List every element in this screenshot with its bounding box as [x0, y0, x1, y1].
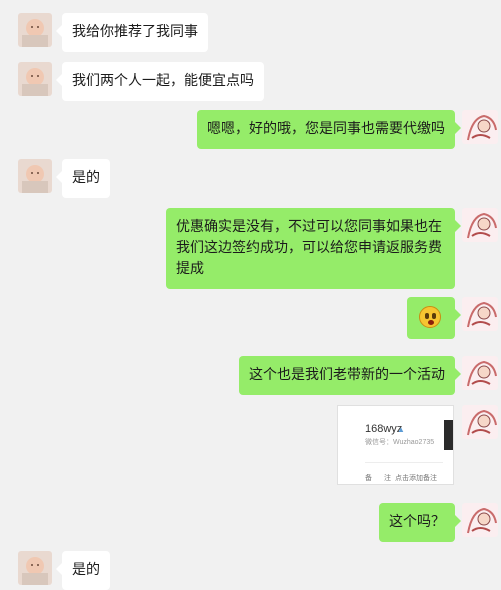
contact-avatar[interactable] — [18, 159, 52, 193]
my-avatar[interactable] — [462, 297, 498, 331]
message-text: 这个也是我们老带新的一个活动 — [249, 367, 445, 383]
person-icon: ▲ — [397, 425, 405, 434]
message-bubble-incoming[interactable]: 我们两个人一起，能便宜点吗 — [56, 62, 264, 101]
contact-avatar[interactable] — [18, 62, 52, 96]
message-bubble-outgoing[interactable]: 这个也是我们老带新的一个活动 — [239, 356, 461, 395]
message-text-line: 提成 — [176, 261, 204, 277]
message-bubble-outgoing[interactable]: 这个吗？ — [379, 503, 461, 542]
contact-card-image[interactable]: 168wyz ▲ 微信号：Wuzhao2735 备 注 点击添加备注 — [337, 405, 454, 485]
my-avatar[interactable] — [462, 356, 498, 390]
my-avatar[interactable] — [462, 503, 498, 537]
message-text-line: 我们这边签约成功，可以给您申请返服务费 — [176, 240, 442, 256]
message-bubble-outgoing[interactable]: 嗯嗯，好的哦，您是同事也需要代缴吗 — [197, 110, 461, 149]
message-text: 嗯嗯，好的哦，您是同事也需要代缴吗 — [207, 121, 445, 137]
contact-avatar[interactable] — [18, 13, 52, 47]
message-bubble-outgoing[interactable]: 优惠确实是没有，不过可以您同事如果也在 我们这边签约成功，可以给您申请返服务费 … — [166, 208, 461, 289]
shy-smile-emoji-icon — [419, 306, 441, 328]
message-bubble-emoji[interactable] — [407, 297, 461, 339]
card-wechat-id: 微信号：Wuzhao2735 — [365, 439, 435, 446]
my-avatar[interactable] — [462, 110, 498, 144]
message-text-line: 优惠确实是没有，不过可以您同事如果也在 — [176, 219, 442, 235]
contact-avatar[interactable] — [18, 551, 52, 585]
card-remark-label: 备 — [365, 475, 372, 482]
message-text: 我们两个人一起，能便宜点吗 — [72, 73, 254, 89]
divider — [365, 462, 443, 463]
message-text: 是的 — [72, 562, 100, 578]
message-text: 是的 — [72, 170, 100, 186]
message-text: 我给你推荐了我同事 — [72, 24, 198, 40]
message-bubble-incoming[interactable]: 我给你推荐了我同事 — [56, 13, 208, 52]
card-remark-value: 点击添加备注 — [395, 475, 437, 482]
message-bubble-incoming[interactable]: 是的 — [56, 551, 110, 590]
card-photo — [444, 420, 453, 450]
my-avatar[interactable] — [462, 405, 498, 439]
card-remark-label: 注 — [384, 475, 391, 482]
message-bubble-incoming[interactable]: 是的 — [56, 159, 110, 198]
message-text: 这个吗？ — [389, 514, 445, 530]
my-avatar[interactable] — [462, 208, 498, 242]
